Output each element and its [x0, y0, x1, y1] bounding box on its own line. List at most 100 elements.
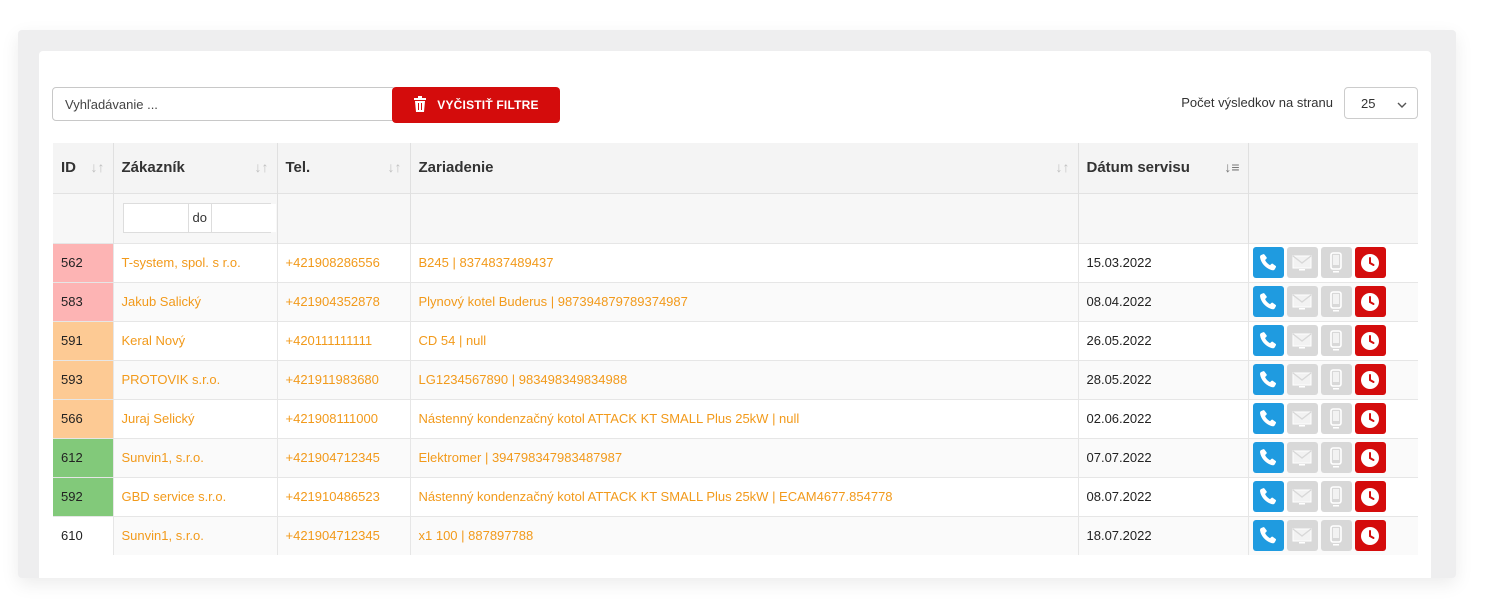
column-header-id[interactable]: ID ↓↑	[53, 143, 114, 193]
cell-date: 02.06.2022	[1078, 398, 1249, 438]
table-row[interactable]: 610 Sunvin1, s.r.o. +421904712345 x1 100 | …	[53, 515, 1418, 555]
per-page-label: Počet výsledkov na stranu	[1181, 95, 1333, 110]
column-header-phone[interactable]: Tel. ↓↑	[277, 143, 411, 193]
cell-device-link[interactable]: x1 100 | 887897788	[410, 515, 1079, 555]
cell-phone-link[interactable]: +420111111111	[277, 320, 411, 360]
sms-icon[interactable]	[1320, 325, 1352, 356]
cell-device-link[interactable]: Elektromer | 394798347983487987	[410, 437, 1079, 477]
cell-actions	[1248, 398, 1418, 438]
email-icon[interactable]	[1286, 442, 1318, 473]
column-header-label: ID	[61, 159, 76, 177]
email-icon[interactable]	[1286, 286, 1318, 317]
cell-customer-link[interactable]: T-system, spol. s r.o.	[113, 242, 278, 282]
per-page-select[interactable]: 25	[1344, 87, 1418, 119]
email-icon[interactable]	[1286, 325, 1318, 356]
phone-icon[interactable]	[1252, 325, 1284, 356]
range-filter: do	[122, 203, 276, 233]
cell-device-link[interactable]: B245 | 8374837489437	[410, 242, 1079, 282]
table-row[interactable]: 592 GBD service s.r.o. +421910486523 Násten…	[53, 476, 1418, 516]
cell-actions	[1248, 359, 1418, 399]
cell-customer-link[interactable]: Keral Nový	[113, 320, 278, 360]
cell-phone-link[interactable]: +421910486523	[277, 476, 411, 516]
clock-icon[interactable]	[1354, 247, 1386, 278]
sms-icon[interactable]	[1320, 364, 1352, 395]
cell-customer-link[interactable]: Jakub Salický	[113, 281, 278, 321]
email-icon[interactable]	[1286, 247, 1318, 278]
sort-icon[interactable]: ↓↑	[91, 159, 105, 175]
cell-actions	[1248, 242, 1418, 282]
cell-phone-link[interactable]: +421904712345	[277, 515, 411, 555]
range-to-input[interactable]	[211, 204, 276, 232]
phone-icon[interactable]	[1252, 481, 1284, 512]
filter-cell-device	[410, 192, 1079, 243]
table-row[interactable]: 591 Keral Nový +420111111111 CD 54 | null 26…	[53, 320, 1418, 360]
table-row[interactable]: 593 PROTOVIK s.r.o. +421911983680 LG1234567…	[53, 359, 1418, 399]
sms-icon[interactable]	[1320, 247, 1352, 278]
clock-icon[interactable]	[1354, 481, 1386, 512]
sort-icon[interactable]: ↓↑	[388, 159, 402, 175]
cell-device-link[interactable]: Plynový kotel Buderus | 9873948797893749…	[410, 281, 1079, 321]
sms-icon[interactable]	[1320, 481, 1352, 512]
search-input[interactable]	[52, 87, 396, 121]
sort-descending-icon[interactable]: ↓≡	[1224, 159, 1239, 175]
cell-phone-link[interactable]: +421904352878	[277, 281, 411, 321]
sms-icon[interactable]	[1320, 520, 1352, 552]
cell-customer-link[interactable]: Juraj Selický	[113, 398, 278, 438]
sort-icon[interactable]: ↓↑	[1056, 159, 1070, 175]
sms-icon[interactable]	[1320, 403, 1352, 434]
email-icon[interactable]	[1286, 481, 1318, 512]
cell-actions	[1248, 281, 1418, 321]
phone-icon[interactable]	[1252, 247, 1284, 278]
cell-customer-link[interactable]: GBD service s.r.o.	[113, 476, 278, 516]
cell-device-link[interactable]: Nástenný kondenzačný kotol ATTACK KT SMA…	[410, 398, 1079, 438]
cell-actions	[1248, 476, 1418, 516]
clock-icon[interactable]	[1354, 520, 1386, 552]
table-row[interactable]: 562 T-system, spol. s r.o. +421908286556 B2…	[53, 242, 1418, 282]
cell-phone-link[interactable]: +421904712345	[277, 437, 411, 477]
clock-icon[interactable]	[1354, 325, 1386, 356]
sms-icon[interactable]	[1320, 442, 1352, 473]
clock-icon[interactable]	[1354, 286, 1386, 317]
table-body: 562 T-system, spol. s r.o. +421908286556 B2…	[53, 242, 1418, 555]
cell-phone-link[interactable]: +421911983680	[277, 359, 411, 399]
cell-customer-link[interactable]: PROTOVIK s.r.o.	[113, 359, 278, 399]
email-icon[interactable]	[1286, 520, 1318, 552]
table-row[interactable]: 566 Juraj Selický +421908111000 Nástenný ko…	[53, 398, 1418, 438]
sms-icon[interactable]	[1320, 286, 1352, 317]
email-icon[interactable]	[1286, 364, 1318, 395]
table-row[interactable]: 583 Jakub Salický +421904352878 Plynový kot…	[53, 281, 1418, 321]
column-header-label: Zariadenie	[418, 159, 494, 177]
phone-icon[interactable]	[1252, 364, 1284, 395]
phone-icon[interactable]	[1252, 442, 1284, 473]
clock-icon[interactable]	[1354, 403, 1386, 434]
sort-icon[interactable]: ↓↑	[255, 159, 269, 175]
filter-cell-customer: do	[113, 192, 278, 243]
range-separator: do	[187, 204, 212, 232]
cell-date: 15.03.2022	[1078, 242, 1249, 282]
table-row[interactable]: 612 Sunvin1, s.r.o. +421904712345 Elektrome…	[53, 437, 1418, 477]
phone-icon[interactable]	[1252, 520, 1284, 552]
cell-id: 612	[53, 437, 114, 477]
cell-device-link[interactable]: CD 54 | null	[410, 320, 1079, 360]
clock-icon[interactable]	[1354, 442, 1386, 473]
trash-icon	[413, 95, 427, 116]
cell-device-link[interactable]: Nástenný kondenzačný kotol ATTACK KT SMA…	[410, 476, 1079, 516]
cell-phone-link[interactable]: +421908286556	[277, 242, 411, 282]
column-header-device[interactable]: Zariadenie ↓↑	[410, 143, 1079, 193]
clear-filters-label: VYČISTIŤ FILTRE	[437, 98, 539, 112]
cell-customer-link[interactable]: Sunvin1, s.r.o.	[113, 437, 278, 477]
column-header-customer[interactable]: Zákazník ↓↑	[113, 143, 278, 193]
phone-icon[interactable]	[1252, 403, 1284, 434]
phone-icon[interactable]	[1252, 286, 1284, 317]
clear-filters-button[interactable]: VYČISTIŤ FILTRE	[392, 87, 560, 123]
cell-id: 592	[53, 476, 114, 516]
cell-device-link[interactable]: LG1234567890 | 983498349834988	[410, 359, 1079, 399]
column-header-date[interactable]: Dátum servisu ↓≡	[1078, 143, 1249, 193]
range-from-input[interactable]	[123, 204, 188, 232]
email-icon[interactable]	[1286, 403, 1318, 434]
cell-customer-link[interactable]: Sunvin1, s.r.o.	[113, 515, 278, 555]
cell-date: 18.07.2022	[1078, 515, 1249, 555]
cell-phone-link[interactable]: +421908111000	[277, 398, 411, 438]
clock-icon[interactable]	[1354, 364, 1386, 395]
cell-id: 583	[53, 281, 114, 321]
